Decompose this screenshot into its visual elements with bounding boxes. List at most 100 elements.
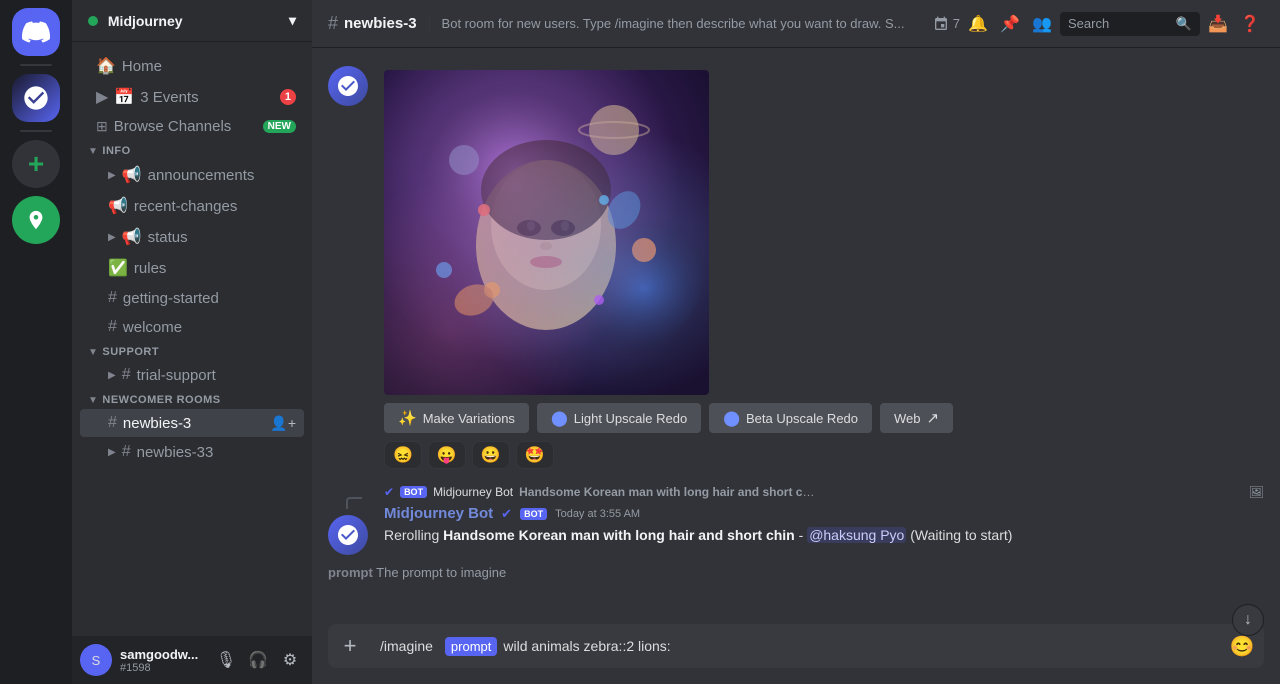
reference-indicator [328, 485, 368, 555]
reaction-4[interactable]: 🤩 [516, 441, 554, 469]
member-count: 7 [933, 16, 960, 32]
inbox-button[interactable]: 📥 [1204, 10, 1232, 38]
chevron-trial-icon: ▶ [108, 370, 116, 381]
add-server-icon[interactable]: + [12, 140, 60, 188]
channel-sidebar: Midjourney ▾ 🏠 Home ▶ 📅 3 Events 1 ⊞ Bro… [72, 0, 312, 684]
server-name: Midjourney [108, 13, 183, 29]
server-status-dot [88, 16, 98, 26]
chevron-support-icon: ▼ [88, 347, 98, 358]
channel-header: # newbies-3 Bot room for new users. Type… [312, 0, 1280, 48]
browse-label: Browse Channels [114, 118, 232, 135]
sidebar-item-browse[interactable]: ⊞ Browse Channels NEW [80, 113, 304, 140]
channel-item-recent-changes[interactable]: 📢 recent-changes [80, 191, 304, 221]
channel-hash-icon: # [328, 13, 338, 34]
notification-bell-button[interactable]: 🔔 [964, 10, 992, 38]
prompt-tag: prompt [445, 637, 497, 656]
headset-button[interactable]: 🎧 [244, 646, 272, 674]
slash-command-input: /imagine prompt wild animals zebra::2 li… [380, 628, 1220, 664]
message-header-2: Midjourney Bot ✔ BOT Today at 3:55 AM [384, 505, 1264, 522]
newbies-3-icon: # [108, 414, 117, 432]
channel-item-getting-started[interactable]: # getting-started [80, 284, 304, 312]
announcements-icon: 📢 [122, 165, 142, 185]
attach-file-button[interactable]: + [328, 624, 372, 668]
explore-icon[interactable] [12, 196, 60, 244]
channel-item-trial-support[interactable]: ▶ # trial-support [80, 361, 304, 389]
message-content-1: ✨ Make Variations ⬤ Light Upscale Redo ⬤… [384, 66, 1264, 473]
light-upscale-redo-button[interactable]: ⬤ Light Upscale Redo [537, 403, 701, 433]
ref-verified-icon: ✔ [384, 485, 394, 499]
sidebar-item-home[interactable]: 🏠 Home [80, 51, 304, 81]
chevron-newcomer-icon: ▼ [88, 395, 98, 406]
message-2-content: ✔ BOT Midjourney Bot Handsome Korean man… [384, 485, 1264, 555]
reaction-1[interactable]: 😖 [384, 441, 422, 469]
server-dropdown-icon: ▾ [289, 12, 296, 29]
channel-item-announcements[interactable]: ▶ 📢 announcements [80, 160, 304, 190]
trial-support-icon: # [122, 366, 131, 384]
sidebar-item-events[interactable]: ▶ 📅 3 Events 1 [80, 82, 304, 112]
browse-new-badge: NEW [263, 120, 296, 133]
prompt-label: prompt [328, 565, 373, 580]
variations-icon: ✨ [398, 409, 417, 427]
reaction-2[interactable]: 😛 [428, 441, 466, 469]
server-header[interactable]: Midjourney ▾ [72, 0, 312, 42]
header-divider [429, 14, 430, 34]
user-info: samgoodw... #1598 [120, 647, 204, 674]
username: samgoodw... [120, 647, 204, 662]
add-member-icon[interactable]: 👤+ [270, 415, 296, 432]
slash-command-label: /imagine [380, 628, 437, 664]
verified-icon-2: ✔ [501, 506, 512, 522]
midjourney-server-icon[interactable] [12, 74, 60, 122]
header-actions: 7 🔔 📌 👥 Search 🔍 📥 ❓ [933, 10, 1264, 38]
main-content: # newbies-3 Bot room for new users. Type… [312, 0, 1280, 684]
microphone-button[interactable]: 🎙 [212, 646, 240, 674]
chevron-right-icon: ▶ [96, 87, 108, 107]
web-button[interactable]: Web ↗ [880, 403, 953, 433]
home-icon: 🏠 [96, 56, 116, 76]
channel-description: Bot room for new users. Type /imagine th… [442, 16, 921, 31]
section-info[interactable]: ▼ INFO [72, 141, 312, 159]
bot-avatar-1 [328, 66, 368, 106]
channel-item-newbies-33[interactable]: ▶ # newbies-33 [80, 438, 304, 466]
channel-header-name: # newbies-3 [328, 13, 417, 34]
events-label: 3 Events [140, 89, 198, 106]
server-divider-2 [20, 130, 52, 132]
timestamp-2: Today at 3:55 AM [555, 508, 640, 520]
make-variations-button[interactable]: ✨ Make Variations [384, 403, 529, 433]
action-buttons: ✨ Make Variations ⬤ Light Upscale Redo ⬤… [384, 403, 1264, 433]
message-input-area: + /imagine prompt wild animals zebra::2 … [312, 624, 1280, 684]
help-button[interactable]: ❓ [1236, 10, 1264, 38]
ref-image-icon: 🖼 [1249, 485, 1264, 499]
channel-item-rules[interactable]: ✅ rules [80, 253, 304, 283]
emoji-button[interactable]: 😊 [1228, 632, 1256, 660]
status-icon: 📢 [122, 227, 142, 247]
channel-item-newbies-3[interactable]: # newbies-3 👤+ [80, 409, 304, 437]
pin-button[interactable]: 📌 [996, 10, 1024, 38]
user-avatar: S [80, 644, 112, 676]
section-support[interactable]: ▼ SUPPORT [72, 342, 312, 360]
message-mention: @haksung Pyo [807, 527, 906, 543]
members-button[interactable]: 👥 [1028, 10, 1056, 38]
channel-item-status[interactable]: ▶ 📢 status [80, 222, 304, 252]
scroll-to-bottom-button[interactable]: ↓ [1232, 604, 1264, 636]
settings-button[interactable]: ⚙ [276, 646, 304, 674]
message-group-2: ✔ BOT Midjourney Bot Handsome Korean man… [312, 483, 1280, 557]
message-input-wrapper: + /imagine prompt wild animals zebra::2 … [328, 624, 1264, 668]
message-input[interactable]: wild animals zebra::2 lions: [503, 628, 1218, 664]
chevron-status-icon: ▶ [108, 232, 116, 243]
beta-upscale-icon: ⬤ [723, 409, 740, 427]
home-label: Home [122, 58, 162, 75]
message-text-2: Rerolling Handsome Korean man with long … [384, 526, 1264, 546]
channel-list: 🏠 Home ▶ 📅 3 Events 1 ⊞ Browse Channels … [72, 42, 312, 636]
search-bar[interactable]: Search 🔍 [1060, 12, 1200, 36]
section-newcomer-rooms[interactable]: ▼ NEWCOMER ROOMS [72, 390, 312, 408]
beta-upscale-redo-button[interactable]: ⬤ Beta Upscale Redo [709, 403, 872, 433]
bot-badge-2: BOT [520, 508, 547, 520]
ref-author: Midjourney Bot [433, 485, 513, 499]
search-icon: 🔍 [1176, 16, 1192, 32]
bot-avatar-2 [328, 515, 368, 555]
events-icon: 📅 [114, 87, 134, 107]
server-divider [20, 64, 52, 66]
reaction-3[interactable]: 😀 [472, 441, 510, 469]
channel-item-welcome[interactable]: # welcome [80, 313, 304, 341]
discord-home-icon[interactable] [12, 8, 60, 56]
